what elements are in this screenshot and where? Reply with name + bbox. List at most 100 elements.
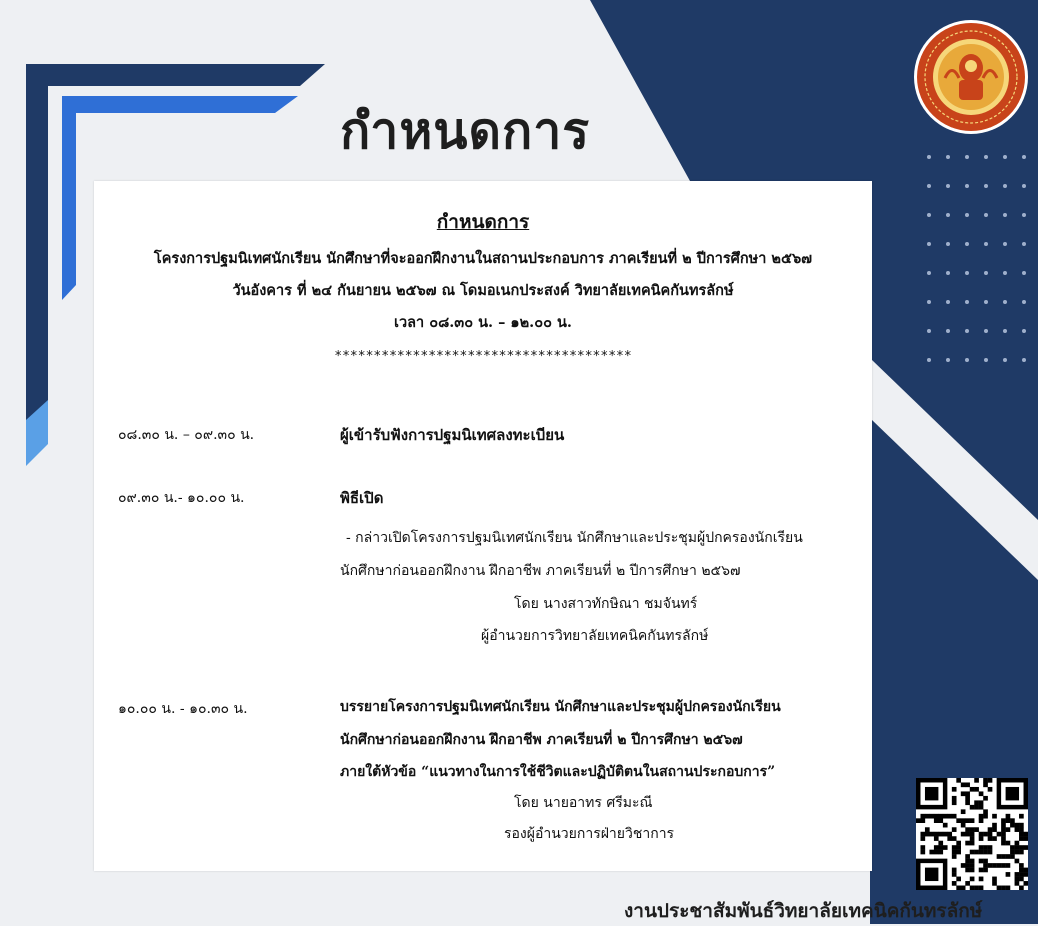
qr-code[interactable] [916,778,1028,890]
qr-module [978,791,984,797]
grid-dot [1003,300,1007,304]
qr-module [960,818,966,823]
qr-module [938,813,944,819]
qr-module [938,818,944,823]
schedule-item-line: - กล่าวเปิดโครงการปฐมนิเทศนักเรียน นักศึ… [346,530,803,546]
qr-module [983,782,988,788]
qr-module [983,858,988,864]
qr-module [1019,872,1024,877]
qr-module [987,827,993,832]
qr-module [1001,840,1006,846]
qr-module [938,831,944,837]
qr-module [1001,854,1006,859]
qr-module [942,831,948,837]
qr-module [978,876,984,882]
schedule-item-line: ภายใต้หัวข้อ “แนวทางในการใช้ชีวิตและปฏิบ… [340,764,776,780]
qr-module [969,876,975,882]
grid-dot [984,184,988,188]
qr-module [920,849,926,855]
qr-module [969,786,975,792]
grid-dot [946,358,950,362]
qr-module [983,845,988,850]
grid-dot [1022,155,1026,159]
qr-module [1014,881,1020,886]
grid-dot [984,242,988,246]
schedule-item-title: พิธีเปิด [340,489,384,507]
qr-module [1019,876,1024,882]
qr-module [1001,822,1006,828]
qr-module [992,827,997,832]
qr-module [1005,827,1011,832]
grid-dot [1022,271,1026,275]
qr-module [1023,836,1028,841]
qr-module [951,867,957,873]
qr-module [969,849,975,855]
qr-module [965,827,970,832]
qr-module [1019,831,1024,837]
grid-dot [927,155,931,159]
qr-module [951,813,957,819]
qr-module [992,836,997,841]
qr-module [996,854,1002,859]
grid-dot [927,184,931,188]
qr-module [933,831,939,837]
qr-module [987,849,993,855]
qr-module [951,881,957,886]
speaker-position: ผู้อำนวยการวิทยาลัยเทคนิคกันทรลักษ์ [481,628,709,644]
qr-module [983,778,988,783]
qr-module [924,831,930,837]
qr-module [1019,827,1024,832]
qr-finder [924,786,939,801]
qr-module [947,831,953,837]
qr-module [951,795,957,801]
grid-dot [1022,242,1026,246]
qr-module [1010,854,1015,859]
grid-dot [965,242,969,246]
qr-module [983,813,988,819]
schedule-item-line: นักศึกษาก่อนออกฝึกงาน ฝึกอาชีพ ภาคเรียนท… [340,563,741,579]
qr-module [1019,867,1024,873]
qr-finder [924,867,939,882]
grid-dot [1003,213,1007,217]
qr-module [1005,885,1011,890]
qr-module [983,863,988,868]
document-subtitle-line: โครงการปฐมนิเทศนักเรียน นักศึกษาที่จะออก… [153,250,813,267]
qr-module [978,818,984,823]
qr-module [969,840,975,846]
qr-module [965,800,970,806]
grid-dot [965,213,969,217]
qr-module [960,831,966,837]
qr-module [1023,831,1028,837]
qr-module [992,881,997,886]
document-time-range: เวลา ๐๘.๓๐ น. – ๑๒.๐๐ น. [394,314,572,331]
grid-dot [946,242,950,246]
qr-module [1001,885,1006,890]
qr-module [1010,822,1015,828]
qr-module [951,827,957,832]
grid-dot [984,155,988,159]
schedule-document: กำหนดการ โครงการปฐมนิเทศนักเรียน นักศึกษ… [94,181,872,871]
qr-module [965,863,970,868]
grid-dot [927,329,931,333]
qr-module [978,800,984,806]
qr-module [1014,822,1020,828]
qr-module [978,845,984,850]
qr-module [1001,831,1006,837]
qr-module [1001,836,1006,841]
qr-module [965,881,970,886]
qr-module [916,818,921,823]
qr-module [920,818,926,823]
qr-module [929,831,935,837]
qr-module [933,813,939,819]
qr-module [996,831,1002,837]
qr-module [1005,872,1011,877]
qr-module [1014,849,1020,855]
qr-module [1005,818,1011,823]
schedule-item-line: บรรยายโครงการปฐมนิเทศนักเรียน นักศึกษาแล… [340,699,781,715]
qr-module [956,849,961,855]
qr-module [965,782,970,788]
qr-module [1005,813,1011,819]
qr-module [969,858,975,864]
qr-finder [1005,786,1020,801]
qr-module [1019,863,1024,868]
